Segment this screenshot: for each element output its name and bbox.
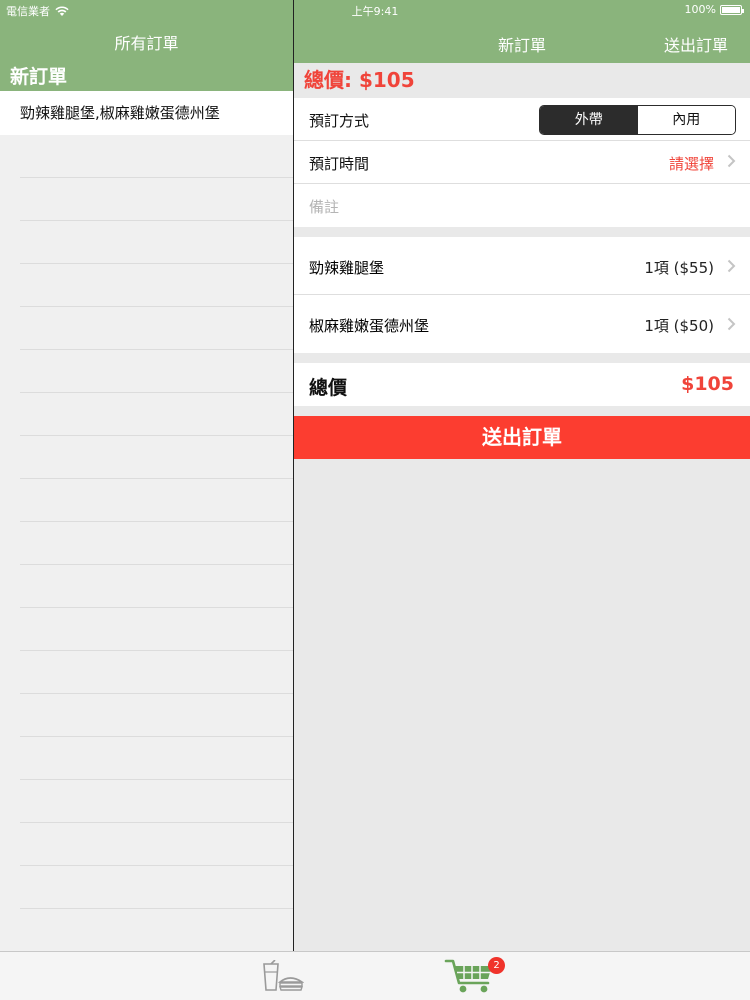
battery-icon bbox=[720, 4, 744, 15]
total-row: 總價 $105 bbox=[294, 363, 750, 406]
order-items-group: 勁辣雞腿堡 1項 ($55) 椒麻雞嫩蛋德州堡 1項 ($50) bbox=[294, 237, 750, 353]
order-item-row[interactable]: 勁辣雞腿堡 1項 ($55) bbox=[294, 237, 750, 295]
order-item-qty: 1項 ($50) bbox=[644, 317, 714, 335]
table-row bbox=[20, 823, 293, 866]
order-detail-pane: 總價: $105 預訂方式 外帶 內用 預訂時間 請選擇 備註 勁辣雞腿堡 1項… bbox=[294, 63, 750, 951]
detail-nav: 新訂單 送出訂單 bbox=[294, 20, 750, 63]
table-row bbox=[20, 307, 293, 350]
order-item-name: 椒麻雞嫩蛋德州堡 bbox=[309, 317, 430, 335]
note-placeholder: 備註 bbox=[309, 198, 340, 216]
table-row bbox=[20, 737, 293, 780]
note-field[interactable]: 備註 bbox=[294, 184, 750, 227]
chevron-right-icon bbox=[727, 317, 736, 331]
table-row bbox=[20, 522, 293, 565]
order-time-label: 預訂時間 bbox=[309, 155, 370, 173]
table-row bbox=[20, 350, 293, 393]
table-row bbox=[20, 135, 293, 178]
order-method-label: 預訂方式 bbox=[309, 112, 370, 130]
total-amount: $105 bbox=[681, 373, 734, 395]
orders-list-pane: 新訂單 勁辣雞腿堡,椒麻雞嫩蛋德州堡 bbox=[0, 63, 293, 951]
segment-dine-in[interactable]: 內用 bbox=[637, 106, 735, 134]
table-row bbox=[20, 264, 293, 307]
table-row bbox=[20, 866, 293, 909]
order-method-cell: 預訂方式 外帶 內用 bbox=[294, 98, 750, 141]
segment-takeout[interactable]: 外帶 bbox=[540, 106, 638, 134]
table-row bbox=[20, 909, 293, 951]
orders-section-header: 新訂單 bbox=[0, 63, 293, 91]
chevron-right-icon bbox=[727, 259, 736, 273]
table-row bbox=[20, 178, 293, 221]
chevron-right-icon bbox=[727, 154, 736, 168]
order-time-value: 請選擇 bbox=[668, 155, 714, 173]
status-bar: 電信業者 上午9:41 100% bbox=[0, 0, 750, 20]
table-row bbox=[20, 608, 293, 651]
order-item-row[interactable]: 椒麻雞嫩蛋德州堡 1項 ($50) bbox=[294, 295, 750, 353]
order-options-group: 預訂方式 外帶 內用 預訂時間 請選擇 備註 bbox=[294, 98, 750, 227]
drink-burger-icon[interactable] bbox=[260, 960, 304, 992]
submit-order-button[interactable]: 送出訂單 bbox=[294, 416, 750, 459]
total-label: 總價 bbox=[309, 377, 348, 399]
order-item-qty: 1項 ($55) bbox=[644, 259, 714, 277]
empty-table-rows bbox=[0, 135, 293, 951]
table-row bbox=[20, 780, 293, 823]
master-nav-title: 所有訂單 bbox=[114, 33, 179, 53]
order-time-cell[interactable]: 預訂時間 請選擇 bbox=[294, 141, 750, 184]
table-row bbox=[20, 479, 293, 522]
table-row bbox=[20, 436, 293, 479]
cart-badge: 2 bbox=[488, 957, 505, 974]
tab-bar: 2 bbox=[0, 951, 750, 1000]
order-method-segmented-control[interactable]: 外帶 內用 bbox=[539, 105, 736, 135]
table-row bbox=[20, 393, 293, 436]
battery-percent: 100% bbox=[684, 3, 716, 16]
nav-submit-order-button[interactable]: 送出訂單 bbox=[664, 32, 728, 56]
total-header: 總價: $105 bbox=[304, 68, 415, 92]
table-row bbox=[20, 651, 293, 694]
table-row bbox=[20, 221, 293, 264]
table-row bbox=[20, 694, 293, 737]
battery-indicator: 100% bbox=[684, 3, 744, 16]
table-row bbox=[20, 565, 293, 608]
order-item-name: 勁辣雞腿堡 bbox=[309, 259, 385, 277]
navigation-bar: 電信業者 上午9:41 100% 所有訂單 新訂單 送出訂單 bbox=[0, 0, 750, 63]
status-time: 上午9:41 bbox=[351, 5, 399, 18]
order-list-item[interactable]: 勁辣雞腿堡,椒麻雞嫩蛋德州堡 bbox=[0, 91, 293, 135]
